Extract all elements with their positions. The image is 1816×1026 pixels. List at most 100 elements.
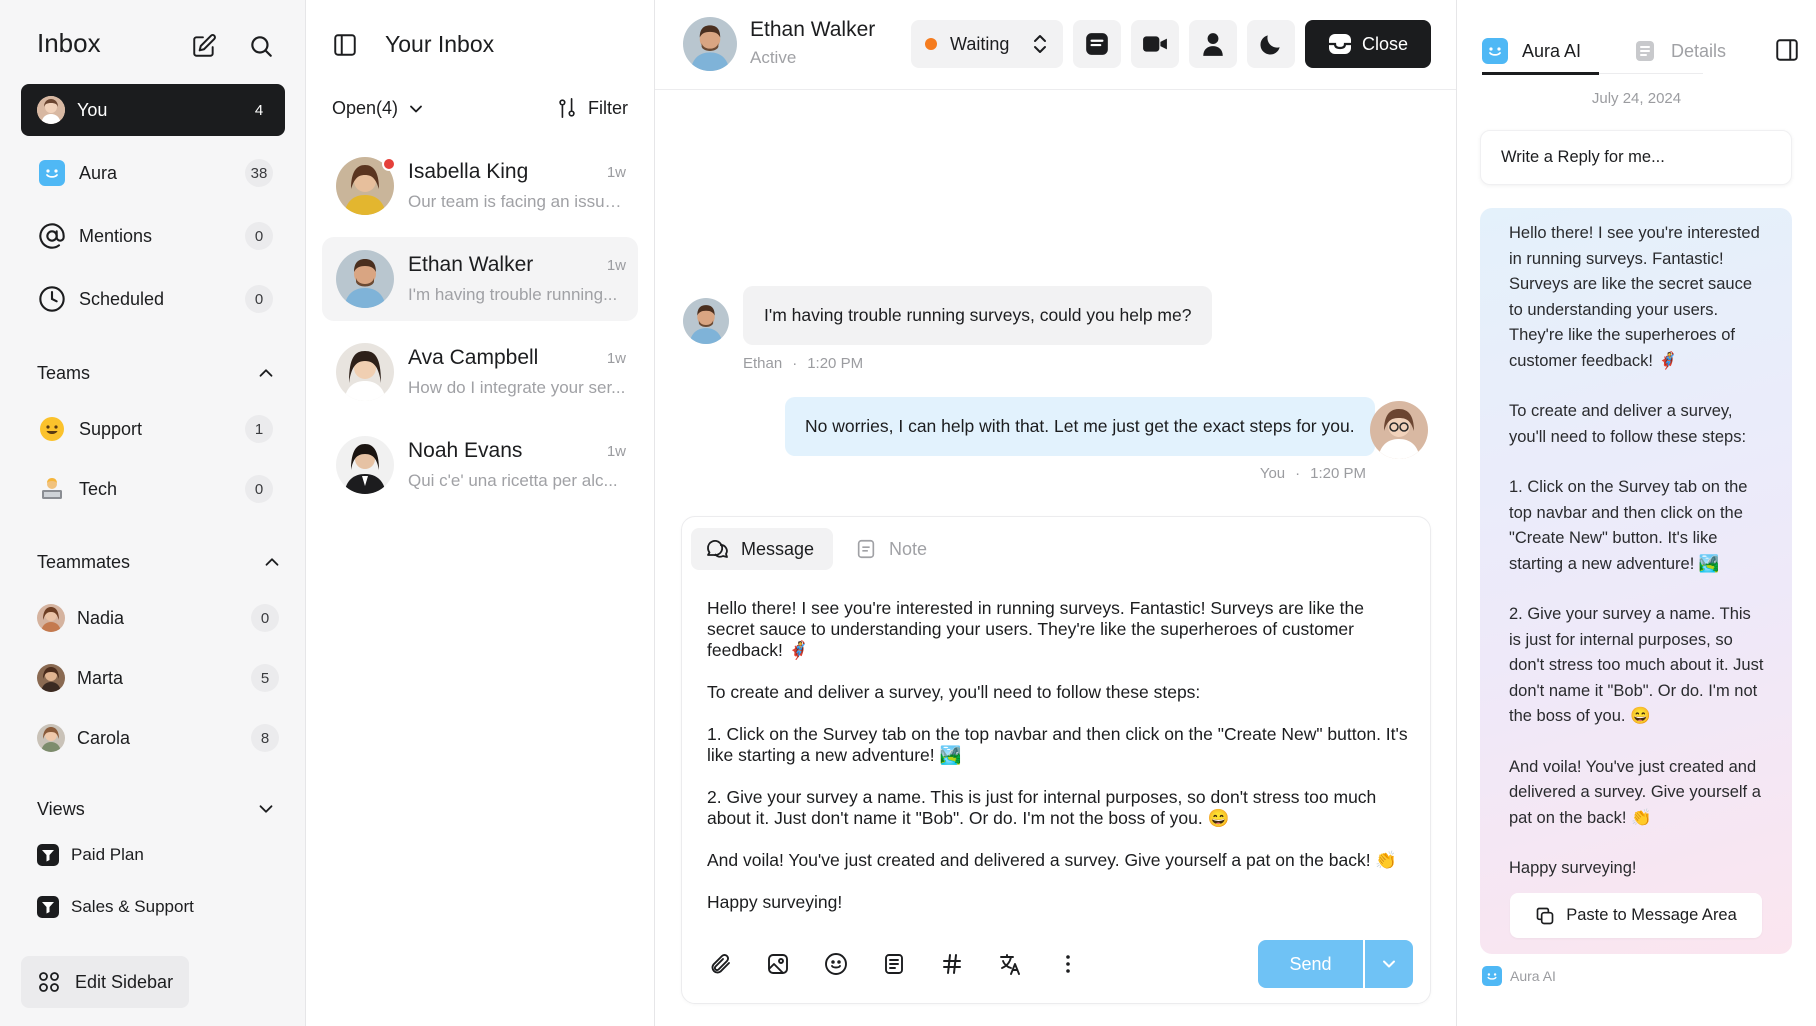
tab-message[interactable]: Message bbox=[691, 528, 833, 570]
sidebar-item-support[interactable]: Support 1 bbox=[21, 403, 285, 455]
sidebar-item-carola[interactable]: Carola 8 bbox=[21, 712, 291, 764]
send-options-button[interactable] bbox=[1365, 940, 1413, 988]
tab-aura-ai[interactable]: Aura AI bbox=[1482, 28, 1600, 74]
translate-icon[interactable] bbox=[994, 948, 1026, 980]
chevron-updown-icon bbox=[1031, 33, 1049, 55]
outgoing-message-bubble: No worries, I can help with that. Let me… bbox=[785, 397, 1375, 456]
status-select[interactable]: Waiting bbox=[911, 20, 1063, 68]
sidebar-item-tech[interactable]: Tech 0 bbox=[21, 463, 285, 515]
technologist-emoji-icon bbox=[37, 474, 67, 504]
tab-label: Aura AI bbox=[1522, 40, 1582, 61]
conversation-item-ethan-walker[interactable]: Ethan Walker 1w I'm having trouble runnin… bbox=[322, 237, 638, 321]
paste-to-message-button[interactable]: Paste to Message Area bbox=[1510, 893, 1762, 938]
composer-paragraph: And voila! You've just created and deliv… bbox=[707, 850, 1398, 870]
timestamp: 1w bbox=[606, 163, 626, 181]
sidebar-title: Inbox bbox=[37, 28, 101, 58]
panel-toggle-icon[interactable] bbox=[1774, 37, 1800, 63]
section-title: Views bbox=[37, 798, 85, 819]
contact-status: Active bbox=[750, 48, 797, 67]
filter-label: Filter bbox=[588, 97, 628, 118]
view-item-label: Sales & Support bbox=[71, 897, 194, 916]
message-preview: Our team is facing an issue... bbox=[408, 192, 626, 211]
status-dot bbox=[925, 38, 937, 50]
chevron-down-icon bbox=[406, 99, 426, 119]
sidebar-item-label: Carola bbox=[77, 727, 131, 748]
section-title: Teammates bbox=[37, 551, 131, 572]
sidebar-item-aura[interactable]: Aura 38 bbox=[21, 147, 285, 199]
avatar bbox=[37, 724, 65, 752]
count-badge: 38 bbox=[245, 159, 273, 187]
edit-sidebar-button[interactable]: Edit Sidebar bbox=[21, 956, 190, 1008]
hashtag-icon[interactable] bbox=[936, 948, 968, 980]
chevron-down-icon[interactable] bbox=[255, 798, 277, 820]
avatar bbox=[336, 436, 394, 494]
sidebar-item-label: Tech bbox=[79, 478, 118, 499]
aura-icon bbox=[1482, 966, 1502, 986]
sidebar-item-label: You bbox=[77, 99, 108, 120]
compose-icon[interactable] bbox=[188, 30, 220, 62]
sidebar-item-label: Support bbox=[79, 418, 143, 439]
composer-textarea[interactable]: Hello there! I see you're interested in … bbox=[707, 598, 1413, 934]
search-icon[interactable] bbox=[245, 30, 277, 62]
article-icon[interactable] bbox=[878, 948, 910, 980]
conversation-item-noah-evans[interactable]: Noah Evans 1w Qui c'e' una ricetta per al… bbox=[322, 423, 638, 507]
filter-sliders-icon bbox=[556, 97, 578, 119]
snooze-button[interactable] bbox=[1247, 20, 1295, 68]
inbox-list-panel: Your Inbox Open(4) Filter Isabella King 1… bbox=[306, 0, 655, 1026]
image-icon[interactable] bbox=[762, 948, 794, 980]
inbox-title: Your Inbox bbox=[385, 31, 495, 57]
close-conversation-button[interactable]: Close bbox=[1305, 20, 1431, 68]
conversation-item-ava-campbell[interactable]: Ava Campbell 1w How do I integrate your s… bbox=[322, 330, 638, 414]
reply-prompt[interactable]: Write a Reply for me... bbox=[1480, 130, 1792, 185]
views-section-header[interactable]: Views bbox=[37, 798, 277, 820]
view-item-paid-plan[interactable]: Paid Plan bbox=[37, 844, 144, 866]
at-sign-icon bbox=[37, 221, 67, 251]
composer-paragraph: Happy surveying! bbox=[707, 892, 843, 912]
count-badge: 8 bbox=[251, 724, 279, 752]
teammates-section-header[interactable]: Teammates bbox=[37, 551, 283, 573]
contact-profile-button[interactable] bbox=[1189, 20, 1237, 68]
sender-name: Ethan bbox=[743, 355, 783, 372]
tab-details[interactable]: Details bbox=[1633, 28, 1726, 74]
video-call-button[interactable] bbox=[1131, 20, 1179, 68]
aura-paragraph: To create and deliver a survey, you'll n… bbox=[1509, 402, 1747, 446]
paperclip-icon[interactable] bbox=[704, 948, 736, 980]
timestamp: 1w bbox=[606, 442, 626, 460]
more-vertical-icon[interactable] bbox=[1052, 948, 1084, 980]
sidebar-item-marta[interactable]: Marta 5 bbox=[21, 652, 291, 704]
emoji-icon[interactable] bbox=[820, 948, 852, 980]
sidebar-toggle-icon[interactable] bbox=[332, 32, 358, 58]
aura-paragraph: 2. Give your survey a name. This is just… bbox=[1509, 605, 1764, 725]
count-badge: 5 bbox=[251, 664, 279, 692]
aura-icon bbox=[37, 158, 67, 188]
close-label: Close bbox=[1361, 33, 1409, 54]
sidebar-item-scheduled[interactable]: Scheduled 0 bbox=[21, 273, 285, 325]
aura-footer: Aura AI bbox=[1482, 966, 1556, 986]
date-label: July 24, 2024 bbox=[1591, 90, 1682, 107]
teams-section-header[interactable]: Teams bbox=[37, 362, 277, 384]
edit-sidebar-label: Edit Sidebar bbox=[75, 971, 174, 992]
send-button[interactable]: Send bbox=[1258, 940, 1363, 988]
aura-paragraph: Hello there! I see you're interested in … bbox=[1509, 224, 1760, 370]
filter-button[interactable]: Filter bbox=[556, 97, 628, 119]
notes-button[interactable] bbox=[1073, 20, 1121, 68]
contact-name: Noah Evans bbox=[408, 439, 523, 462]
status-filter-select[interactable]: Open(4) bbox=[332, 98, 426, 119]
view-filter-icon bbox=[37, 896, 59, 918]
sidebar-item-you[interactable]: You 4 bbox=[21, 84, 285, 136]
sidebar-item-nadia[interactable]: Nadia 0 bbox=[21, 592, 291, 644]
sidebar-item-label: Nadia bbox=[77, 607, 125, 628]
tab-note[interactable]: Note bbox=[855, 528, 927, 570]
video-camera-icon bbox=[1142, 31, 1168, 57]
conversation-item-isabella-king[interactable]: Isabella King 1w Our team is facing an is… bbox=[322, 144, 638, 228]
composer-paragraph: 1. Click on the Survey tab on the top na… bbox=[707, 724, 1408, 765]
aura-footer-label: Aura AI bbox=[1510, 968, 1556, 984]
sidebar-item-mentions[interactable]: Mentions 0 bbox=[21, 210, 285, 262]
chevron-up-icon[interactable] bbox=[255, 362, 277, 384]
chevron-up-icon[interactable] bbox=[261, 551, 283, 573]
aura-ai-panel: Aura AI Details July 24, 2024 Write a Re… bbox=[1457, 0, 1816, 1026]
smiley-emoji-icon bbox=[37, 414, 67, 444]
message-meta: You · 1:20 PM bbox=[1260, 465, 1366, 482]
aura-response-card: Hello there! I see you're interested in … bbox=[1480, 208, 1792, 954]
view-item-sales-support[interactable]: Sales & Support bbox=[37, 896, 194, 918]
